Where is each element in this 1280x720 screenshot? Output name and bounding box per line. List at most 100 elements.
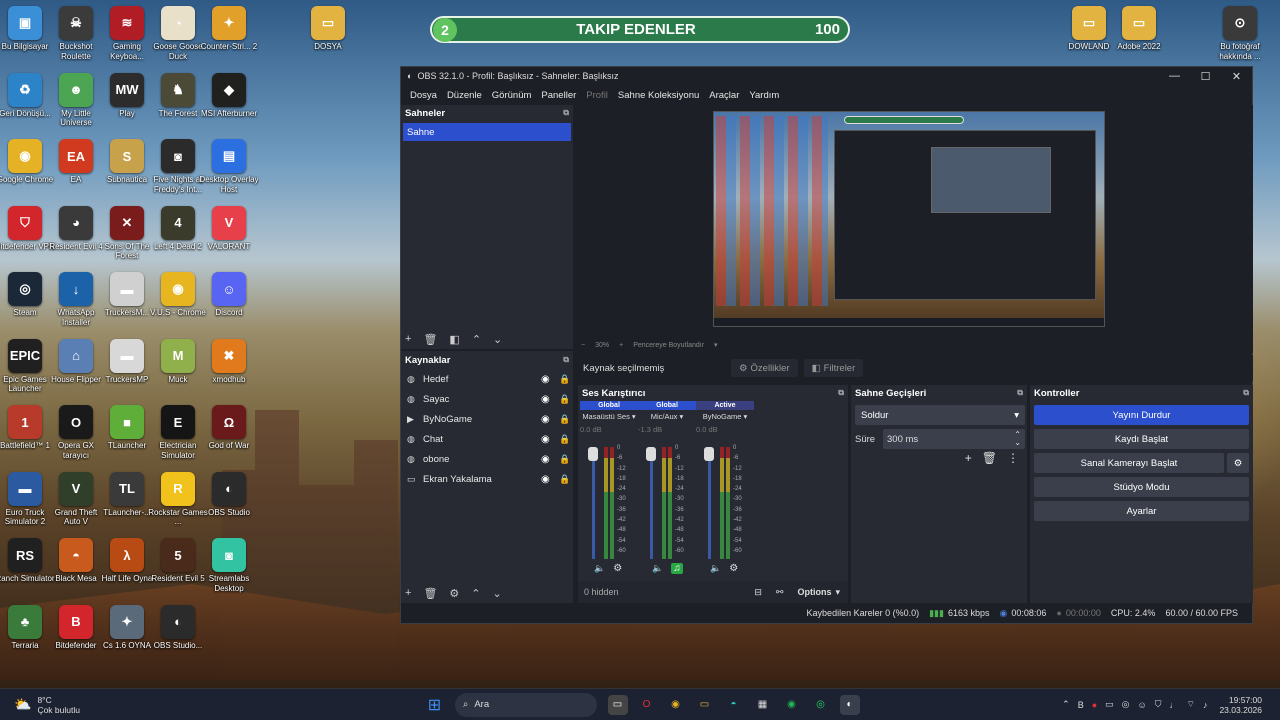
- fit-mode[interactable]: Pencereye Boyutlandır: [633, 342, 704, 349]
- headphones-icon[interactable]: ♫: [671, 563, 683, 574]
- start-recording-button[interactable]: Kaydı Başlat: [1034, 429, 1249, 449]
- bitdefender-tray-icon[interactable]: B: [1078, 700, 1084, 710]
- desktop-icon-bu-foto-raf-hakk-nda[interactable]: ⊙ Bu fotoğraf hakkında ...: [1210, 6, 1270, 62]
- chevron-up-icon[interactable]: ⌃: [1062, 699, 1070, 710]
- source-item[interactable]: ◍ Sayac ◉ 🔒: [401, 389, 573, 409]
- search-box[interactable]: ⌕ Ara: [455, 692, 597, 717]
- channel-name[interactable]: ByNoGame ▾: [696, 412, 754, 421]
- duration-input[interactable]: 300 ms ⌃ ⌄: [883, 429, 1025, 449]
- menu-yard-m[interactable]: Yardım: [744, 90, 784, 101]
- zoom-in-icon[interactable]: +: [619, 342, 623, 349]
- volume-slider-knob[interactable]: [646, 447, 656, 461]
- more-icon[interactable]: ⋮: [1007, 451, 1019, 465]
- channel-name[interactable]: Masaüstü Ses ▾: [580, 412, 638, 421]
- volume-slider[interactable]: [704, 447, 714, 559]
- add-icon[interactable]: +: [405, 333, 411, 345]
- headphones-icon[interactable]: ⚙: [613, 563, 622, 574]
- speaker-icon[interactable]: 🔈: [652, 563, 663, 574]
- clock[interactable]: 19:57:00 23.03.2026: [1219, 695, 1262, 715]
- menu-dosya[interactable]: Dosya: [405, 90, 442, 101]
- volume-slider-knob[interactable]: [588, 447, 598, 461]
- preview-canvas[interactable]: [713, 111, 1105, 327]
- record-tray-icon[interactable]: ●: [1092, 700, 1097, 710]
- wifi-icon[interactable]: ⌔: [1186, 699, 1194, 710]
- source-item[interactable]: ◍ Chat ◉ 🔒: [401, 429, 573, 449]
- volume-slider-knob[interactable]: [704, 447, 714, 461]
- whatsapp-icon[interactable]: ◎: [811, 695, 831, 715]
- discord-tray-icon[interactable]: ☺: [1138, 700, 1147, 710]
- move-up-icon[interactable]: ⌃: [471, 587, 480, 600]
- spotify-icon[interactable]: ◉: [782, 695, 802, 715]
- transition-select[interactable]: Soldur ▾: [855, 405, 1025, 425]
- chevron-down-icon[interactable]: ▾: [714, 341, 718, 349]
- lock-icon[interactable]: 🔒: [559, 394, 573, 405]
- menu-ara-lar[interactable]: Araçlar: [704, 90, 744, 101]
- eye-icon[interactable]: ◉: [541, 374, 559, 385]
- dock-icon[interactable]: ⧉: [838, 388, 844, 398]
- menu-sahne-koleksiyonu[interactable]: Sahne Koleksiyonu: [613, 90, 704, 101]
- lock-icon[interactable]: 🔒: [559, 434, 573, 445]
- trash-icon[interactable]: 🗑: [423, 333, 437, 346]
- chevron-down-icon[interactable]: ▾: [835, 587, 840, 598]
- dock-icon[interactable]: ⧉: [1017, 388, 1023, 398]
- obs-icon[interactable]: ◐: [839, 694, 860, 715]
- weather-widget[interactable]: ⛅ 8°C Çok bulutlu: [0, 695, 420, 715]
- speaker-icon[interactable]: 🔈: [594, 563, 605, 574]
- dock-icon[interactable]: ⧉: [563, 108, 569, 118]
- eye-icon[interactable]: ◉: [541, 434, 559, 445]
- start-virtual-camera-button[interactable]: Sanal Kamerayı Başlat: [1034, 453, 1224, 473]
- desktop-icon-counter-stri-2[interactable]: ✦ Counter-Stri... 2: [199, 6, 259, 62]
- preview-area[interactable]: − 30% + Pencereye Boyutlandır ▾: [575, 105, 1253, 353]
- move-down-icon[interactable]: ⌄: [493, 587, 502, 600]
- studio-mode-button[interactable]: Stüdyo Modu: [1034, 477, 1249, 497]
- monitor-tray-icon[interactable]: ▭: [1105, 699, 1114, 710]
- desktop-icon-xmodhub[interactable]: ✖ xmodhub: [199, 338, 259, 395]
- menu-profil[interactable]: Profil: [581, 90, 613, 101]
- filter-icon[interactable]: ◧: [449, 333, 459, 346]
- headphones-icon[interactable]: ⚙: [729, 563, 738, 574]
- maximize-button[interactable]: ☐: [1190, 70, 1221, 83]
- desktop-icon-obs-studio[interactable]: ◐ OBS Studio...: [148, 604, 208, 661]
- trash-icon[interactable]: 🗑: [982, 451, 997, 465]
- task-view-icon[interactable]: ▭: [607, 694, 628, 715]
- source-item[interactable]: ▶ ByNoGame ◉ 🔒: [401, 409, 573, 429]
- desktop-icon-msi-afterburner[interactable]: ◆ MSI Afterburner: [199, 72, 259, 129]
- chrome-icon[interactable]: ◉: [666, 695, 686, 715]
- properties-button[interactable]: ⚙ Özellikler: [731, 359, 798, 377]
- menu-g-r-n-m[interactable]: Görünüm: [487, 90, 537, 101]
- settings-button[interactable]: Ayarlar: [1034, 501, 1249, 521]
- layout-icon[interactable]: ⊟: [754, 587, 762, 598]
- scene-item[interactable]: Sahne: [403, 123, 571, 141]
- volume-slider[interactable]: [646, 447, 656, 559]
- speaker-icon[interactable]: ♪: [1203, 700, 1208, 710]
- eye-icon[interactable]: ◉: [541, 414, 559, 425]
- move-down-icon[interactable]: ⌄: [493, 333, 502, 346]
- microphone-icon[interactable]: ♩: [1169, 700, 1178, 710]
- zoom-out-icon[interactable]: −: [581, 342, 585, 349]
- gear-icon[interactable]: ⚙: [449, 587, 459, 600]
- lock-icon[interactable]: 🔒: [559, 454, 573, 465]
- minimize-button[interactable]: —: [1159, 70, 1190, 83]
- volume-slider[interactable]: [588, 447, 598, 559]
- add-icon[interactable]: +: [405, 587, 411, 599]
- opera-icon[interactable]: O: [637, 695, 657, 715]
- menu-paneller[interactable]: Paneller: [536, 90, 581, 101]
- link-icon[interactable]: ⚯: [776, 587, 784, 598]
- desktop-icon-valorant[interactable]: V VALORANT: [199, 205, 259, 262]
- add-icon[interactable]: +: [965, 451, 972, 465]
- steam-tray-icon[interactable]: ◎: [1122, 699, 1130, 710]
- speaker-icon[interactable]: 🔈: [710, 563, 721, 574]
- eye-icon[interactable]: ◉: [541, 394, 559, 405]
- move-up-icon[interactable]: ⌃: [472, 333, 481, 346]
- close-button[interactable]: ✕: [1221, 70, 1252, 83]
- eye-icon[interactable]: ◉: [541, 474, 559, 485]
- gear-icon[interactable]: ⚙: [1227, 453, 1249, 473]
- dock-icon[interactable]: ⧉: [563, 355, 569, 365]
- desktop-icon-streamlabs-desktop[interactable]: ◙ Streamlabs Desktop: [199, 538, 259, 594]
- options-button[interactable]: Options: [797, 587, 831, 597]
- source-item[interactable]: ◍ Hedef ◉ 🔒: [401, 369, 573, 389]
- channel-name[interactable]: Mic/Aux ▾: [638, 412, 696, 421]
- file-explorer-icon[interactable]: ▭: [695, 695, 715, 715]
- trash-icon[interactable]: 🗑: [423, 587, 437, 600]
- lock-icon[interactable]: 🔒: [559, 374, 573, 385]
